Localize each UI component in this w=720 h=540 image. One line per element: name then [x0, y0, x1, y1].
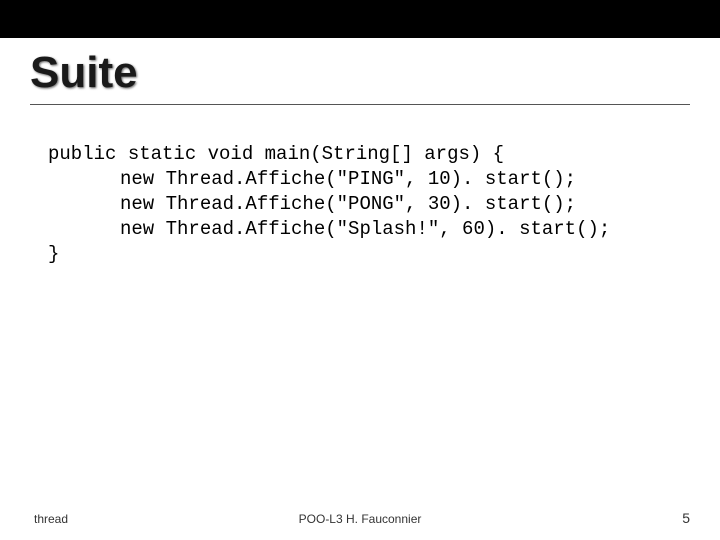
- footer-center: POO-L3 H. Fauconnier: [0, 512, 720, 526]
- code-line-1: public static void main(String[] args) {: [48, 143, 504, 165]
- slide-title: Suite: [30, 48, 690, 98]
- code-line-3: new Thread.Affiche("PONG", 30). start();: [48, 193, 576, 215]
- top-band: [0, 0, 720, 38]
- code-line-4: new Thread.Affiche("Splash!", 60). start…: [48, 218, 610, 240]
- code-line-2: new Thread.Affiche("PING", 10). start();: [48, 168, 576, 190]
- code-block: public static void main(String[] args) {…: [0, 105, 720, 293]
- code-line-5: }: [48, 243, 59, 265]
- footer-page-number: 5: [682, 510, 690, 526]
- title-area: Suite: [0, 38, 720, 105]
- slide: Suite public static void main(String[] a…: [0, 0, 720, 540]
